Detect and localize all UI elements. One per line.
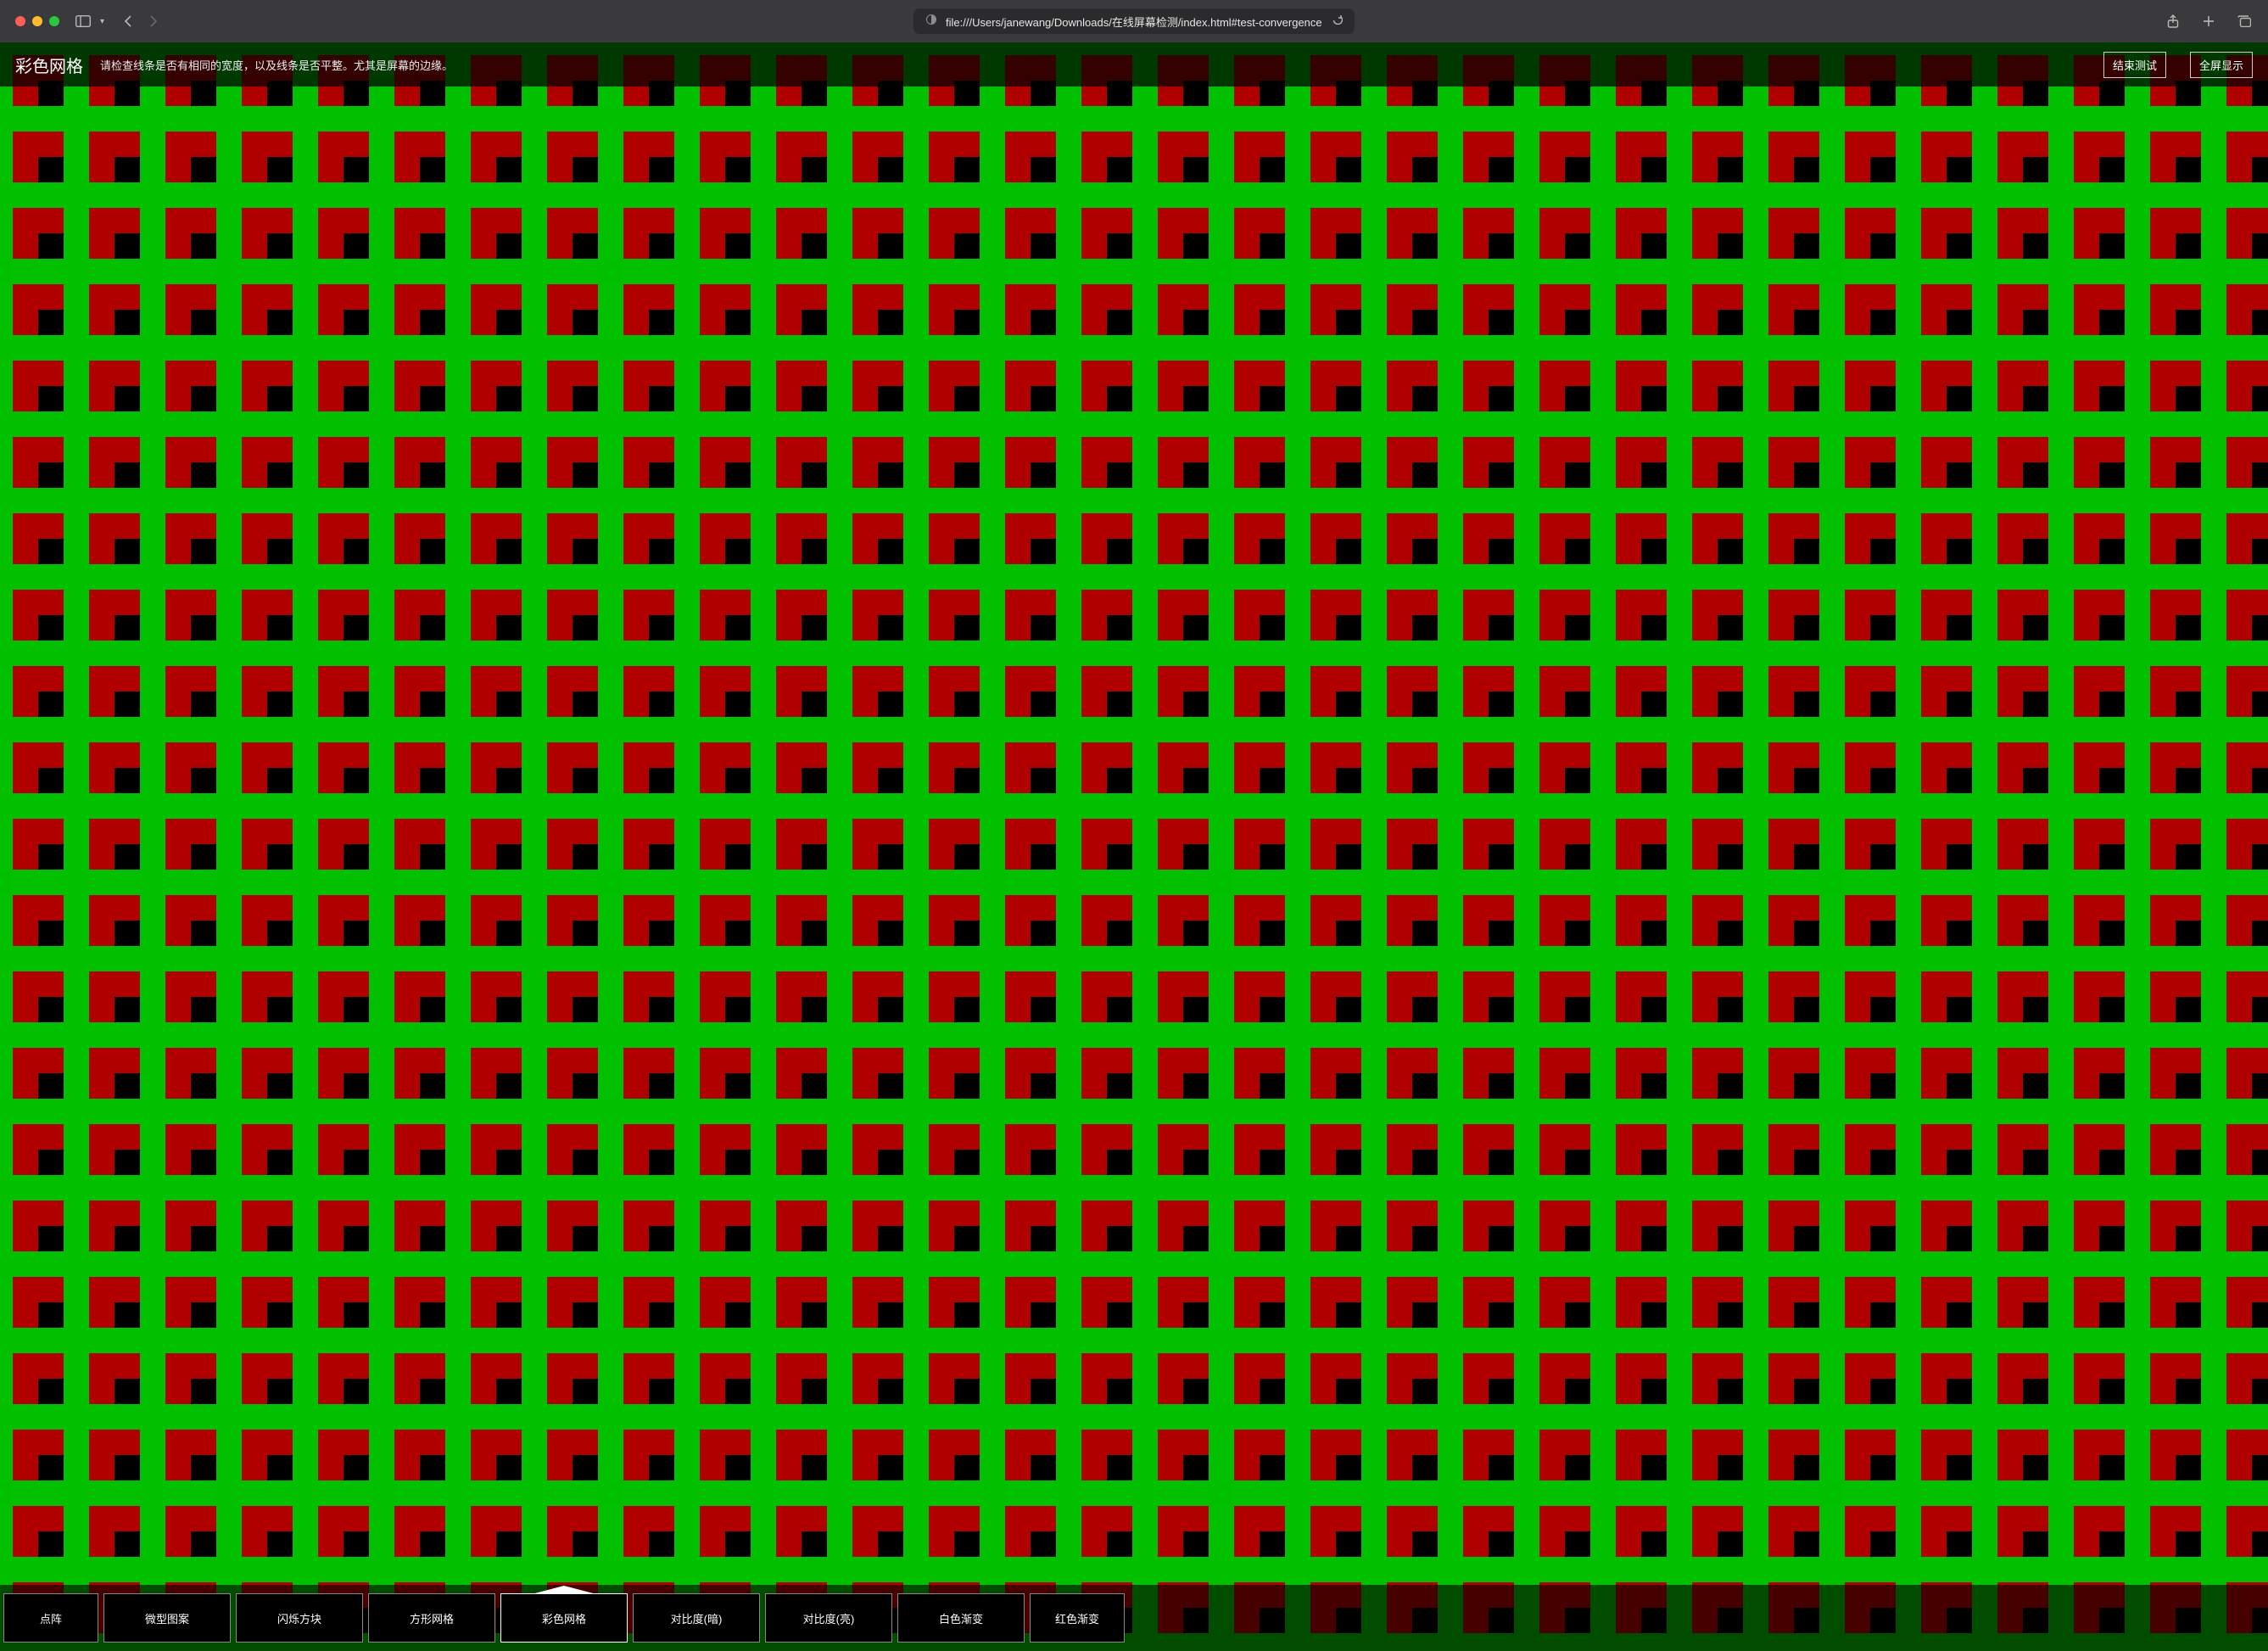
test-thumbnail[interactable]: 彩色网格 [500,1593,628,1643]
url-text: file:///Users/janewang/Downloads/在线屏幕检测/… [946,14,1322,30]
test-title: 彩色网格 [15,53,83,77]
chevron-down-icon[interactable]: ▾ [100,17,104,26]
test-thumbnail-label: 红色渐变 [1055,1610,1099,1626]
color-grid-test-pattern [0,42,2268,1651]
nav-forward-icon[interactable] [145,13,162,30]
window-controls [15,16,59,26]
browser-toolbar: ▾ file:///Users/janewang/Downloads/在线屏幕检… [0,0,2268,42]
reload-icon[interactable] [1332,14,1343,29]
tab-overview-icon[interactable] [2236,13,2253,30]
test-thumbnail-label: 方形网格 [410,1610,454,1626]
test-thumbnail[interactable]: 对比度(亮) [765,1593,892,1643]
test-thumbnail-label: 对比度(亮) [803,1610,855,1626]
sidebar-toggle-icon[interactable] [75,13,92,30]
test-thumbnail-label: 白色渐变 [939,1610,983,1626]
fullscreen-button[interactable]: 全屏显示 [2190,52,2253,78]
test-description: 请检查线条是否有相同的宽度，以及线条是否平整。尤其是屏幕的边缘。 [100,57,453,73]
test-thumbnail[interactable]: 闪烁方块 [236,1593,363,1643]
share-icon[interactable] [2165,13,2181,30]
reader-mode-icon[interactable] [925,14,937,30]
test-thumbnail-label: 彩色网格 [542,1610,586,1626]
test-thumbnail-label: 对比度(暗) [671,1610,723,1626]
minimize-window-button[interactable] [32,16,42,26]
test-thumbnail-strip: 点阵 微型图案 闪烁方块 方形网格 彩色网格 对比度(暗) 对比度(亮) 白色渐变 红色渐变 [0,1585,2268,1651]
end-test-button[interactable]: 结束测试 [2103,52,2166,78]
test-header-bar: 彩色网格 请检查线条是否有相同的宽度，以及线条是否平整。尤其是屏幕的边缘。 结束… [0,42,2268,87]
close-window-button[interactable] [15,16,25,26]
test-thumbnail[interactable]: 方形网格 [368,1593,495,1643]
test-thumbnail-label: 闪烁方块 [277,1610,321,1626]
test-thumbnail[interactable]: 微型图案 [103,1593,231,1643]
test-thumbnail-label: 微型图案 [145,1610,189,1626]
test-thumbnail-label: 点阵 [40,1610,62,1626]
address-bar[interactable]: file:///Users/janewang/Downloads/在线屏幕检测/… [913,8,1355,34]
page-viewport: 彩色网格 请检查线条是否有相同的宽度，以及线条是否平整。尤其是屏幕的边缘。 结束… [0,42,2268,1651]
test-thumbnail[interactable]: 白色渐变 [897,1593,1025,1643]
test-thumbnail[interactable]: 红色渐变 [1030,1593,1125,1643]
test-thumbnail[interactable]: 点阵 [3,1593,98,1643]
nav-back-icon[interactable] [120,13,137,30]
test-thumbnail[interactable]: 对比度(暗) [633,1593,760,1643]
maximize-window-button[interactable] [49,16,59,26]
new-tab-icon[interactable] [2200,13,2217,30]
